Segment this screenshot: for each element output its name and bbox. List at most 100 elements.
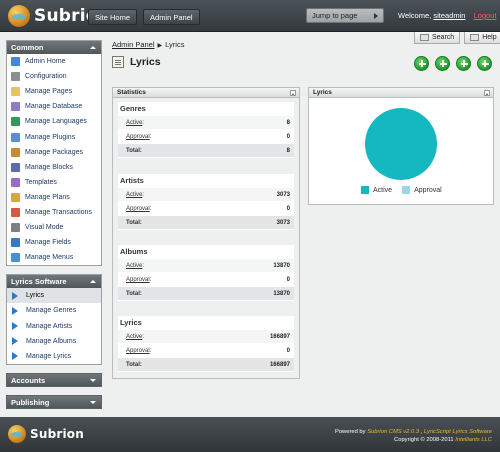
sidebar-item-admin-home[interactable]: Admin Home — [7, 54, 101, 69]
stat-row-total: Total: 3073 — [118, 216, 294, 230]
sidebar-item-manage-languages[interactable]: Manage Languages — [7, 114, 101, 129]
breadcrumb: Admin Panel ▶ Lyrics — [112, 40, 184, 49]
help-icon — [470, 34, 480, 41]
sidebar-item-label: Configuration — [25, 73, 67, 81]
top-buttons: Search Help — [414, 32, 500, 44]
arrow-right-icon — [12, 322, 18, 331]
plans-icon — [11, 192, 20, 202]
active-link[interactable]: Active — [126, 263, 142, 269]
lyrics-software-box: Lyrics Software Lyrics Manage Genres Manag… — [6, 274, 102, 365]
blocks-icon — [11, 162, 20, 172]
sidebar-item-label: Manage Menus — [25, 254, 74, 262]
publishing-header[interactable]: Publishing — [6, 394, 102, 409]
sidebar-item-manage-fields[interactable]: Manage Fields — [7, 235, 101, 250]
sidebar-item-manage-artists[interactable]: Manage Artists — [7, 319, 101, 334]
statistics-panel: Statistics Genres Active: 8 Approval: 0 Total… — [112, 87, 300, 379]
sidebar-item-label: Manage Transactions — [25, 208, 92, 216]
approval-count: 0 — [264, 344, 294, 357]
sidebar-item-manage-database[interactable]: Manage Database — [7, 99, 101, 114]
sidebar-item-templates[interactable]: Templates — [7, 175, 101, 190]
stat-row-approval: Approval: 0 — [118, 202, 294, 216]
product-link[interactable]: LyricScript Lyrics Software — [424, 429, 492, 435]
sidebar-item-manage-plugins[interactable]: Manage Plugins — [7, 129, 101, 144]
add-album-button[interactable] — [456, 56, 471, 71]
sidebar-item-lyrics[interactable]: Lyrics — [7, 288, 101, 304]
stat-row-total: Total: 13870 — [118, 287, 294, 301]
total-label: Total: — [118, 216, 264, 229]
sidebar-item-manage-pages[interactable]: Manage Pages — [7, 84, 101, 99]
publishing-box: Publishing — [6, 394, 102, 409]
subrion-logo-icon — [8, 5, 30, 27]
arrow-right-icon — [12, 306, 18, 315]
total-count: 3073 — [264, 216, 294, 229]
accounts-title: Accounts — [11, 375, 46, 385]
lyrics-software-header[interactable]: Lyrics Software — [7, 275, 101, 289]
active-link[interactable]: Active — [126, 334, 142, 340]
add-genre-button[interactable] — [414, 56, 429, 71]
top-header: Subrion Site Home Admin Panel Jump to pa… — [0, 0, 500, 32]
help-label: Help — [482, 33, 497, 41]
search-icon — [420, 34, 429, 41]
approval-link[interactable]: Approval — [126, 277, 150, 283]
breadcrumb-arrow-icon: ▶ — [157, 43, 163, 49]
approval-link[interactable]: Approval — [126, 206, 150, 212]
sidebar-item-manage-transactions[interactable]: Manage Transactions — [7, 205, 101, 220]
menus-icon — [11, 253, 20, 263]
collapse-icon[interactable] — [90, 280, 96, 284]
active-link[interactable]: Active — [126, 120, 142, 126]
add-lyrics-button[interactable] — [477, 56, 492, 71]
legend-swatch-active — [361, 186, 369, 194]
cms-version-link[interactable]: Subrion CMS v2.0.3 — [367, 429, 419, 435]
sidebar-item-label: Manage Albums — [26, 337, 77, 345]
stat-section-title: Lyrics — [120, 318, 142, 327]
sidebar-item-configuration[interactable]: Configuration — [7, 69, 101, 84]
common-header[interactable]: Common — [7, 41, 101, 54]
approval-link[interactable]: Approval — [126, 134, 150, 140]
sidebar-item-manage-packages[interactable]: Manage Packages — [7, 145, 101, 160]
stat-row-approval: Approval: 0 — [118, 130, 294, 144]
lyrics-pie-chart — [365, 108, 437, 180]
legend-swatch-approval — [402, 186, 411, 194]
stat-section-title: Genres — [120, 104, 146, 113]
jump-to-page-select[interactable]: Jump to page — [306, 8, 384, 23]
expand-icon[interactable] — [90, 400, 96, 404]
visual-mode-icon — [11, 223, 20, 233]
username-link[interactable]: siteadmin — [433, 11, 465, 20]
active-link[interactable]: Active — [126, 192, 142, 198]
collapse-icon[interactable] — [90, 46, 96, 49]
stat-section-artists: Artists Active: 3073 Approval: 0 Total: 3073 — [118, 174, 294, 230]
collapse-icon[interactable] — [484, 90, 490, 96]
sidebar-item-visual-mode[interactable]: Visual Mode — [7, 220, 101, 235]
add-artist-button[interactable] — [435, 56, 450, 71]
help-button[interactable]: Help — [464, 32, 500, 44]
stat-row-approval: Approval: 0 — [118, 344, 294, 358]
accounts-header[interactable]: Accounts — [6, 372, 102, 387]
approval-link[interactable]: Approval — [126, 348, 150, 354]
logout-link[interactable]: Logout — [474, 11, 497, 20]
site-home-link[interactable]: Site Home — [88, 9, 138, 25]
legend-label-approval: Approval — [414, 186, 442, 194]
stat-row-active: Active: 3073 — [118, 188, 294, 202]
statistics-title: Statistics — [117, 89, 146, 96]
search-button[interactable]: Search — [414, 32, 461, 44]
sidebar-item-label: Manage Artists — [26, 322, 73, 330]
plugin-icon — [11, 132, 20, 142]
sidebar-item-manage-lyrics[interactable]: Manage Lyrics — [7, 349, 101, 364]
lyrics-menu: Lyrics Manage Genres Manage Artists Manage … — [7, 288, 101, 363]
expand-icon[interactable] — [90, 378, 96, 382]
sidebar-item-label: Manage Genres — [26, 307, 77, 315]
sidebar-item-manage-plans[interactable]: Manage Plans — [7, 190, 101, 205]
sidebar-item-manage-genres[interactable]: Manage Genres — [7, 303, 101, 318]
pie-slice-active — [365, 108, 437, 180]
sidebar-item-manage-blocks[interactable]: Manage Blocks — [7, 160, 101, 175]
sidebar-item-manage-albums[interactable]: Manage Albums — [7, 334, 101, 349]
breadcrumb-admin-panel[interactable]: Admin Panel — [112, 40, 155, 49]
globe-icon — [11, 117, 20, 127]
sidebar-item-label: Templates — [25, 178, 57, 186]
stat-section-title: Artists — [120, 176, 144, 185]
admin-panel-link[interactable]: Admin Panel — [143, 9, 200, 25]
sidebar-item-label: Manage Blocks — [25, 163, 73, 171]
collapse-icon[interactable] — [290, 90, 296, 96]
company-link[interactable]: Intelliants LLC — [455, 437, 492, 443]
sidebar-item-manage-menus[interactable]: Manage Menus — [7, 250, 101, 265]
